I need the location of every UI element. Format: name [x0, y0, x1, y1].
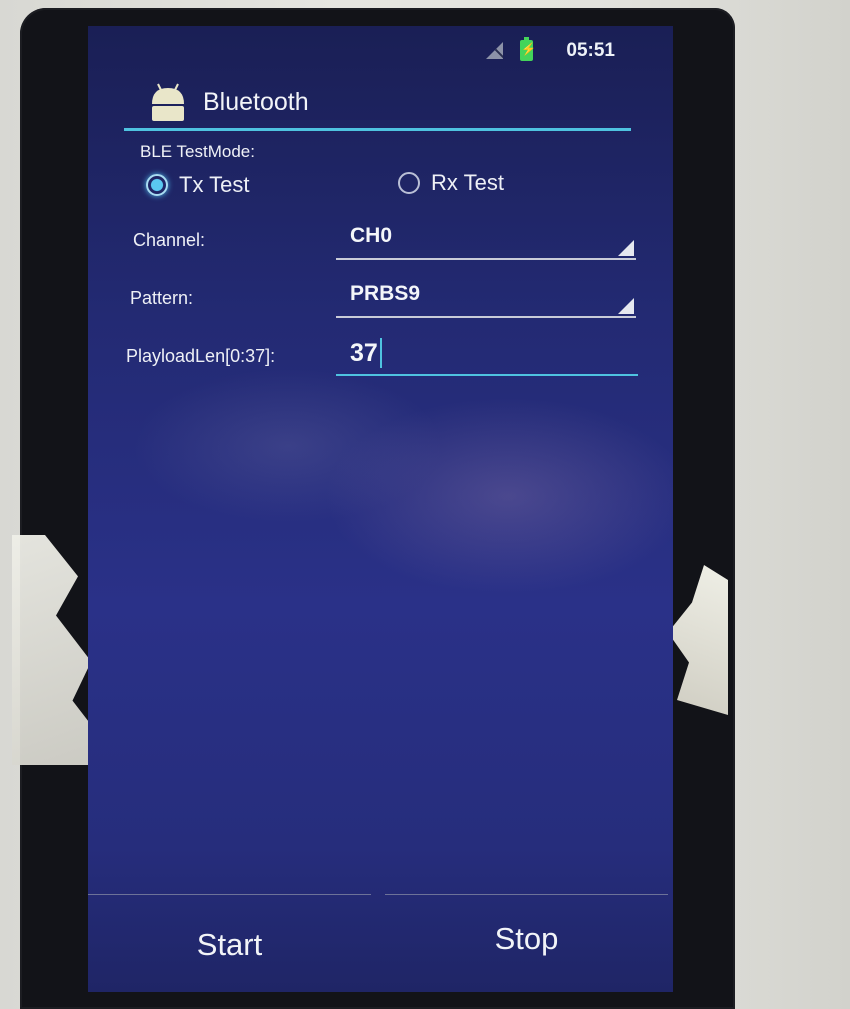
payload-length-value: 37: [350, 339, 378, 367]
payload-length-label: PlayloadLen[0:37]:: [126, 346, 276, 366]
title-divider: [124, 128, 631, 131]
android-icon: [152, 83, 184, 121]
status-bar: 05:51: [88, 26, 673, 72]
tx-test-label: Tx Test: [179, 172, 250, 197]
spinner-arrow-icon: [618, 240, 634, 256]
payload-length-input[interactable]: 37: [336, 336, 638, 376]
rx-test-label: Rx Test: [431, 170, 504, 195]
tx-test-radio[interactable]: Tx Test: [146, 172, 250, 198]
battery-charging-icon: [520, 37, 536, 61]
action-bar: Bluetooth: [88, 72, 673, 130]
channel-value: CH0: [350, 224, 393, 247]
radio-checked-icon: [146, 174, 168, 196]
stop-button[interactable]: Stop: [385, 892, 668, 986]
radio-unchecked-icon: [398, 172, 420, 194]
pattern-value: PRBS9: [350, 282, 421, 305]
channel-spinner[interactable]: CH0: [336, 220, 636, 260]
start-button[interactable]: Start: [88, 898, 371, 992]
rx-test-radio[interactable]: Rx Test: [398, 170, 504, 196]
no-signal-icon: [486, 42, 503, 59]
pattern-label: Pattern:: [130, 288, 194, 308]
text-cursor: [380, 338, 382, 368]
pattern-spinner[interactable]: PRBS9: [336, 278, 636, 318]
status-time: 05:51: [566, 40, 615, 61]
phone-screen: 05:51 Bluetooth BLE TestMode: Tx Test Rx…: [88, 26, 673, 992]
spinner-arrow-icon: [618, 298, 634, 314]
channel-label: Channel:: [133, 230, 206, 250]
app-title: Bluetooth: [203, 88, 309, 116]
ble-testmode-label: BLE TestMode:: [140, 142, 255, 161]
start-divider: [88, 894, 371, 895]
